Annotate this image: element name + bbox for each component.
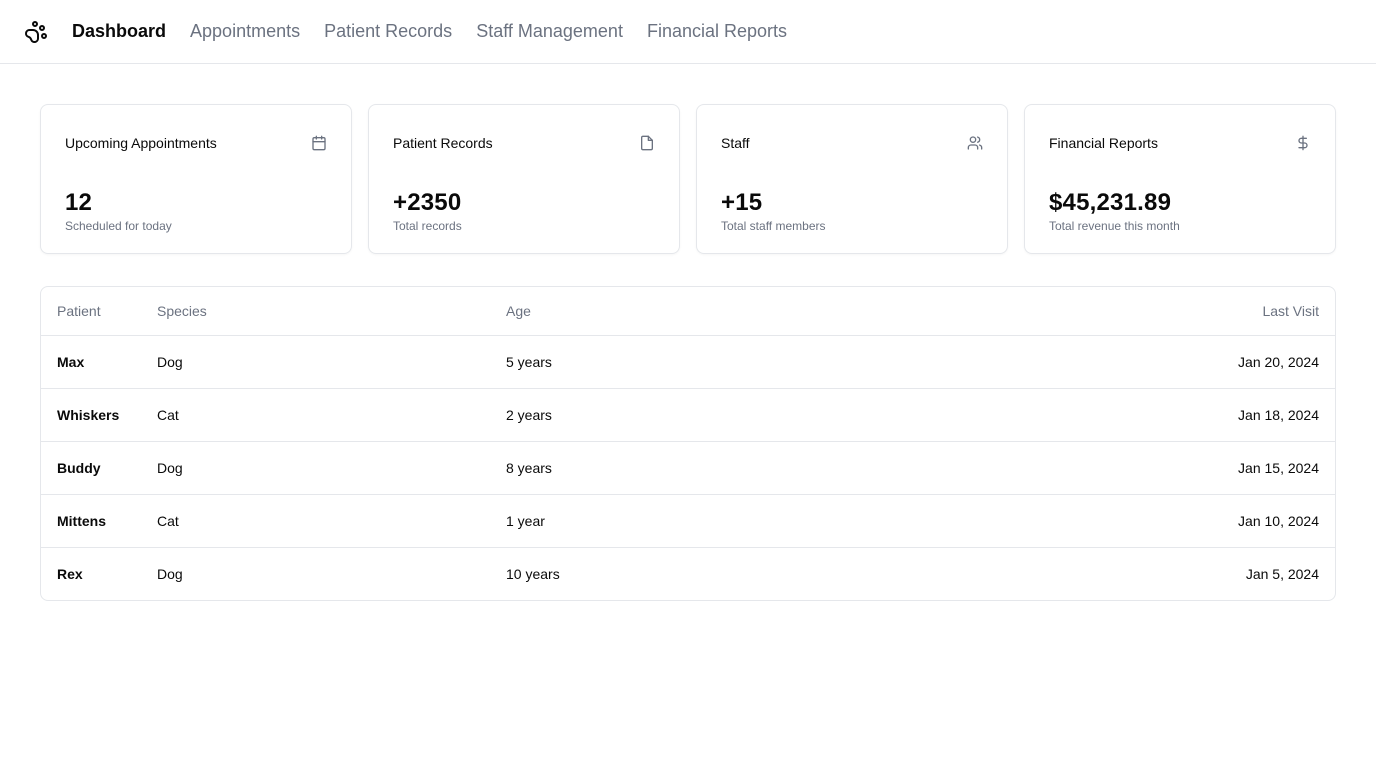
cell-species: Cat — [141, 493, 490, 547]
nav-link-dashboard[interactable]: Dashboard — [72, 21, 166, 42]
table-row[interactable]: Whiskers Cat 2 years Jan 18, 2024 — [41, 387, 1335, 441]
cell-age: 5 years — [490, 334, 855, 388]
table-row[interactable]: Buddy Dog 8 years Jan 15, 2024 — [41, 440, 1335, 494]
dollar-icon — [1295, 135, 1311, 151]
cell-age: 10 years — [490, 546, 855, 600]
cell-last-visit: Jan 10, 2024 — [854, 493, 1335, 547]
card-title: Staff — [721, 135, 750, 151]
cell-species: Dog — [141, 334, 490, 388]
cell-patient: Mittens — [41, 493, 141, 547]
card-value: +2350 — [393, 189, 462, 216]
column-header-patient[interactable]: Patient — [41, 287, 141, 335]
cell-last-visit: Jan 20, 2024 — [854, 334, 1335, 388]
summary-cards: Upcoming Appointments 12 Scheduled for t… — [40, 104, 1336, 254]
patients-table: Patient Species Age Last Visit Max Dog 5… — [40, 286, 1336, 601]
card-title: Financial Reports — [1049, 135, 1158, 151]
card-subtitle: Total staff members — [721, 219, 826, 233]
card-title: Patient Records — [393, 135, 493, 151]
cell-last-visit: Jan 15, 2024 — [854, 440, 1335, 494]
table-row[interactable]: Rex Dog 10 years Jan 5, 2024 — [41, 546, 1335, 600]
card-staff[interactable]: Staff +15 Total staff members — [696, 104, 1008, 254]
card-value: 12 — [65, 189, 93, 216]
table-header-row: Patient Species Age Last Visit — [41, 287, 1335, 335]
cell-species: Dog — [141, 546, 490, 600]
card-financial-reports[interactable]: Financial Reports $45,231.89 Total reven… — [1024, 104, 1336, 254]
cell-patient: Max — [41, 334, 141, 388]
paw-icon[interactable] — [24, 20, 48, 44]
cell-last-visit: Jan 18, 2024 — [854, 387, 1335, 441]
cell-last-visit: Jan 5, 2024 — [854, 546, 1335, 600]
card-subtitle: Total revenue this month — [1049, 219, 1180, 233]
file-icon — [639, 135, 655, 151]
cell-patient: Buddy — [41, 440, 141, 494]
cell-age: 8 years — [490, 440, 855, 494]
nav-link-financial-reports[interactable]: Financial Reports — [647, 21, 787, 42]
table-row[interactable]: Mittens Cat 1 year Jan 10, 2024 — [41, 493, 1335, 547]
table-row[interactable]: Max Dog 5 years Jan 20, 2024 — [41, 334, 1335, 388]
cell-patient: Rex — [41, 546, 141, 600]
card-subtitle: Total records — [393, 219, 462, 233]
dashboard-main: Upcoming Appointments 12 Scheduled for t… — [0, 64, 1376, 601]
cell-species: Cat — [141, 387, 490, 441]
card-patient-records[interactable]: Patient Records +2350 Total records — [368, 104, 680, 254]
column-header-species[interactable]: Species — [141, 287, 490, 335]
card-title: Upcoming Appointments — [65, 135, 217, 151]
calendar-icon — [311, 135, 327, 151]
column-header-last-visit[interactable]: Last Visit — [855, 287, 1335, 335]
top-navigation: Dashboard Appointments Patient Records S… — [0, 0, 1376, 64]
nav-links: Dashboard Appointments Patient Records S… — [72, 21, 787, 42]
cell-age: 1 year — [490, 493, 855, 547]
card-subtitle: Scheduled for today — [65, 219, 172, 233]
nav-link-staff-management[interactable]: Staff Management — [476, 21, 623, 42]
cell-age: 2 years — [490, 387, 855, 441]
card-upcoming-appointments[interactable]: Upcoming Appointments 12 Scheduled for t… — [40, 104, 352, 254]
nav-link-patient-records[interactable]: Patient Records — [324, 21, 452, 42]
column-header-age[interactable]: Age — [490, 287, 855, 335]
card-value: $45,231.89 — [1049, 189, 1172, 216]
users-icon — [967, 135, 983, 151]
cell-patient: Whiskers — [41, 387, 141, 441]
card-value: +15 — [721, 189, 763, 216]
cell-species: Dog — [141, 440, 490, 494]
nav-link-appointments[interactable]: Appointments — [190, 21, 300, 42]
